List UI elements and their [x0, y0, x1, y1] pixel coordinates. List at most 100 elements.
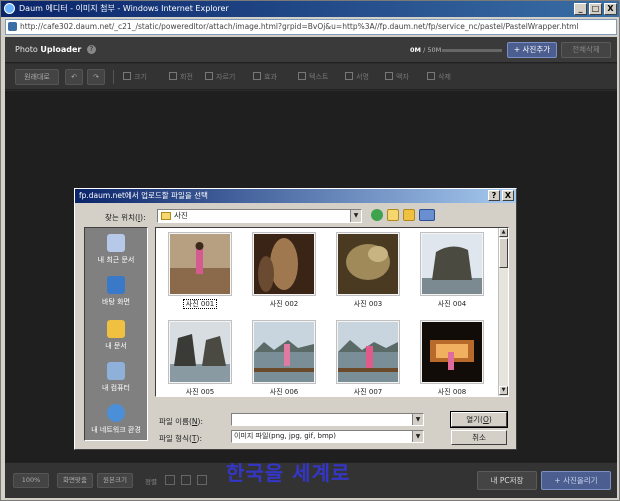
uploader-title: Photo Uploader ? [15, 45, 96, 54]
new-folder-icon[interactable] [403, 209, 415, 221]
file-thumbnail[interactable] [168, 320, 232, 384]
file-name[interactable]: 사진 002 [244, 299, 324, 309]
undo-button[interactable]: ↶ [65, 69, 83, 85]
chevron-down-icon[interactable]: ▼ [412, 414, 423, 425]
place-desktop[interactable]: 바탕 화면 [85, 276, 147, 307]
storage-usage-bar [442, 49, 502, 52]
tool-rotate[interactable]: 회전 [169, 72, 193, 82]
sort-grid-icon[interactable] [165, 475, 175, 485]
tool-crop[interactable]: 자르기 [205, 72, 235, 82]
file-thumbnail[interactable] [336, 320, 400, 384]
effect-icon [253, 72, 261, 80]
address-bar[interactable]: http://cafe302.daum.net/_c21_/static/pow… [5, 19, 617, 35]
file-open-dialog: fp.daum.net에서 업로드할 파일을 선택 ? X 찾는 위치(I): … [74, 188, 517, 450]
scroll-down-icon[interactable]: ▼ [499, 386, 508, 395]
delete-icon [427, 72, 435, 80]
tool-effect[interactable]: 효과 [253, 72, 277, 82]
photo-thumbnail-007 [338, 322, 398, 382]
tool-signature[interactable]: 서명 [345, 72, 369, 82]
save-to-pc-button[interactable]: 내 PC저장 [477, 471, 537, 490]
redo-button[interactable]: ↷ [87, 69, 105, 85]
chevron-down-icon[interactable]: ▼ [350, 210, 361, 222]
desktop-icon [107, 276, 125, 294]
edit-toolbar: 원래대로 ↶ ↷ 크기 회전 자르기 효과 텍스트 서명 액자 삭제 [5, 64, 617, 90]
ie-window: Daum 에디터 - 이미지 첨부 - Windows Internet Exp… [0, 0, 620, 501]
file-list: 사진 001 사진 002 사진 003 사진 004 사진 005 사진 00… [155, 227, 509, 397]
place-recent[interactable]: 내 최근 문서 [85, 234, 147, 265]
photo-thumbnail-001 [170, 234, 230, 294]
scrollbar-thumb[interactable] [499, 238, 508, 268]
scroll-up-icon[interactable]: ▲ [499, 228, 508, 237]
dialog-help-button[interactable]: ? [488, 190, 500, 201]
fit-screen-button[interactable]: 화면맞춤 [57, 473, 93, 488]
file-thumbnail[interactable] [420, 320, 484, 384]
close-button[interactable]: X [604, 3, 617, 15]
folder-icon [161, 212, 171, 220]
cancel-button[interactable]: 취소 [451, 430, 507, 445]
open-button[interactable]: 열기(O) [450, 411, 508, 428]
photo-thumbnail-003 [338, 234, 398, 294]
file-thumbnail[interactable] [252, 320, 316, 384]
up-folder-icon[interactable] [387, 209, 399, 221]
file-name[interactable]: 사진 008 [412, 387, 492, 396]
chevron-down-icon[interactable]: ▼ [412, 431, 423, 442]
zoom-select[interactable]: 100% [13, 473, 49, 488]
dialog-title: fp.daum.net에서 업로드할 파일을 선택 [79, 191, 208, 200]
sort-detail-icon[interactable] [197, 475, 207, 485]
photo-thumbnail-008 [422, 322, 482, 382]
file-thumbnail[interactable] [168, 232, 232, 296]
minimize-button[interactable]: _ [574, 3, 587, 15]
file-name[interactable]: 사진 001 [160, 299, 240, 309]
file-thumbnail[interactable] [252, 232, 316, 296]
upload-photo-button[interactable]: + 사진올리기 [541, 471, 611, 490]
help-icon[interactable]: ? [86, 45, 96, 54]
tool-text[interactable]: 텍스트 [298, 72, 328, 82]
toolbar-divider [113, 70, 114, 84]
look-in-select[interactable]: 사진 ▼ [157, 209, 362, 223]
filename-label: 파일 이름(N): [159, 417, 203, 426]
file-name[interactable]: 사진 003 [328, 299, 408, 309]
file-name[interactable]: 사진 006 [244, 387, 324, 396]
photo-thumbnail-006 [254, 322, 314, 382]
tool-delete[interactable]: 삭제 [427, 72, 451, 82]
file-list-scrollbar[interactable]: ▲ ▼ [498, 228, 508, 396]
file-name[interactable]: 사진 007 [328, 387, 408, 396]
file-name[interactable]: 사진 005 [160, 387, 240, 396]
text-icon [298, 72, 306, 80]
photo-thumbnail-004 [422, 234, 482, 294]
tool-resize[interactable]: 크기 [123, 72, 147, 82]
file-thumbnail[interactable] [336, 232, 400, 296]
tool-frame[interactable]: 액자 [385, 72, 409, 82]
recent-documents-icon [107, 234, 125, 252]
places-bar: 내 최근 문서 바탕 화면 내 문서 내 컴퓨터 내 네트워크 환경 [84, 227, 148, 441]
photo-thumbnail-002 [254, 234, 314, 294]
filetype-label: 파일 형식(T): [159, 434, 202, 443]
sort-label: 정렬 [145, 478, 157, 486]
watermark-text: 한국을 세계로 [226, 461, 351, 485]
filename-input[interactable]: ▼ [231, 413, 424, 426]
dialog-close-button[interactable]: X [502, 190, 514, 201]
address-url: http://cafe302.daum.net/_c21_/static/pow… [20, 22, 579, 31]
view-menu-icon[interactable] [419, 209, 435, 221]
delete-all-button[interactable]: 전체삭제 [561, 42, 611, 58]
filetype-select[interactable]: 이미지 파일(png, jpg, gif, bmp) ▼ [231, 430, 424, 443]
frame-icon [385, 72, 393, 80]
maximize-button[interactable]: □ [589, 3, 602, 15]
window-titlebar: Daum 에디터 - 이미지 첨부 - Windows Internet Exp… [1, 1, 619, 17]
add-photo-button[interactable]: + 사진추가 [507, 42, 557, 58]
place-my-computer[interactable]: 내 컴퓨터 [85, 362, 147, 393]
place-my-documents[interactable]: 내 문서 [85, 320, 147, 351]
network-icon [107, 404, 125, 422]
signature-icon [345, 72, 353, 80]
file-name[interactable]: 사진 004 [412, 299, 492, 309]
my-documents-icon [107, 320, 125, 338]
sort-list-icon[interactable] [181, 475, 191, 485]
original-size-button[interactable]: 원본크기 [97, 473, 133, 488]
dialog-titlebar: fp.daum.net에서 업로드할 파일을 선택 ? X [75, 189, 516, 203]
back-icon[interactable] [371, 209, 383, 221]
place-network[interactable]: 내 네트워크 환경 [85, 404, 147, 435]
page-icon [8, 22, 17, 31]
restore-original-button[interactable]: 원래대로 [15, 69, 59, 85]
photo-thumbnail-005 [170, 322, 230, 382]
file-thumbnail[interactable] [420, 232, 484, 296]
